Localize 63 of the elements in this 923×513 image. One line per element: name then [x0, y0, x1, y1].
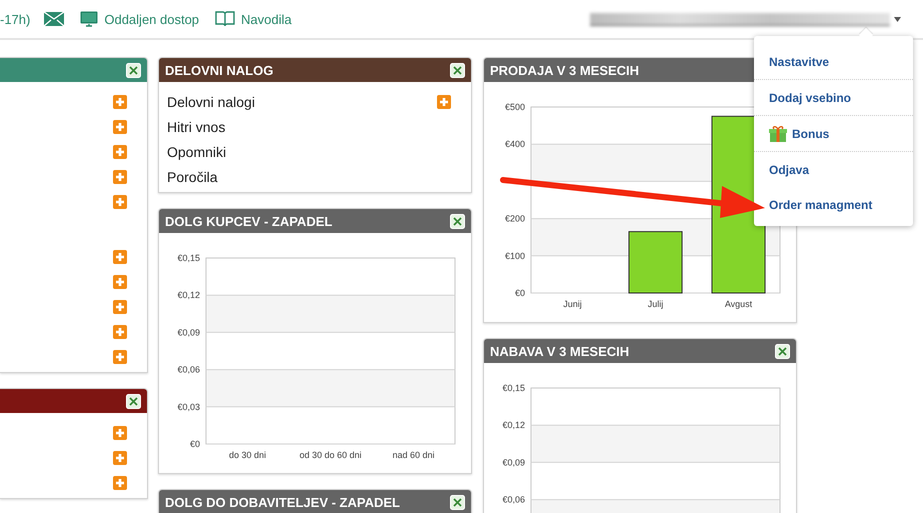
axis-label: do 30 dni — [228, 450, 266, 460]
hours-text: -17h) — [0, 12, 30, 26]
book-icon — [215, 11, 236, 27]
axis-label: €0,12 — [177, 290, 200, 300]
menu-link[interactable]: Hitri vnos — [167, 118, 226, 134]
add-icon[interactable] — [113, 94, 127, 108]
menu-item[interactable]: Nastavitve — [769, 54, 830, 68]
panel-title: NABAVA V 3 MESECIH — [490, 344, 630, 358]
add-icon[interactable] — [113, 426, 127, 440]
axis-label: Avgust — [724, 299, 752, 309]
axis-label: €0,09 — [177, 327, 200, 338]
add-icon[interactable] — [113, 300, 127, 314]
axis-label: nad 60 dni — [392, 450, 435, 460]
panel-title: DOLG DO DOBAVITELJEV - ZAPADEL — [165, 494, 400, 510]
add-icon[interactable] — [113, 120, 127, 134]
axis-label: €400 — [504, 139, 525, 150]
panel-title: DELOVNI NALOG — [165, 62, 274, 78]
menu-item[interactable]: Odjava — [769, 162, 810, 176]
add-icon[interactable] — [113, 170, 127, 184]
axis-label: €200 — [504, 214, 525, 224]
axis-label: €0,09 — [502, 457, 525, 468]
add-icon[interactable] — [113, 476, 127, 490]
axis-label: od 30 do 60 dni — [299, 450, 362, 460]
add-icon[interactable] — [437, 94, 451, 108]
gift-icon — [769, 124, 787, 142]
add-icon[interactable] — [113, 324, 127, 338]
add-icon[interactable] — [113, 274, 127, 288]
axis-label: €0,12 — [502, 420, 525, 430]
toolbar-link[interactable]: Oddaljen dostop — [80, 11, 200, 27]
close-icon[interactable] — [450, 214, 465, 228]
add-icon[interactable] — [113, 194, 127, 208]
menu-item[interactable]: Dodaj vsebino — [769, 90, 852, 104]
axis-label: €0,06 — [177, 364, 200, 375]
axis-label: €500 — [504, 102, 525, 112]
axis-label: €0 — [514, 288, 525, 298]
mail-link[interactable] — [44, 12, 64, 26]
axis-label: €100 — [504, 250, 525, 261]
menu-link[interactable]: Poročila — [167, 168, 218, 184]
toolbar-link[interactable]: Navodila — [215, 11, 292, 27]
panel-title: DOLG KUPCEV - ZAPADEL — [165, 214, 332, 228]
caret-icon[interactable] — [894, 16, 901, 22]
panel-title: PRODAJA V 3 MESECIH — [490, 62, 640, 78]
axis-label: Julij — [648, 299, 664, 309]
close-icon[interactable] — [126, 394, 141, 408]
axis-label: €0,15 — [177, 253, 200, 263]
add-icon[interactable] — [113, 250, 127, 264]
add-icon[interactable] — [113, 144, 127, 158]
close-icon[interactable] — [775, 344, 790, 358]
menu-link[interactable]: Opomniki — [167, 144, 226, 160]
menu-link[interactable]: Delovni nalogi — [167, 94, 255, 110]
monitor-icon — [80, 11, 98, 27]
menu-item[interactable]: Order managment — [769, 198, 872, 212]
mail-icon — [44, 12, 64, 26]
axis-label: €0,06 — [502, 494, 525, 505]
close-icon[interactable] — [450, 494, 465, 510]
axis-label: €0 — [190, 439, 200, 449]
add-icon[interactable] — [113, 450, 127, 464]
axis-label: €0,03 — [177, 402, 200, 412]
add-icon[interactable] — [113, 350, 127, 364]
menu-item[interactable]: Bonus — [769, 124, 830, 142]
close-icon[interactable] — [450, 62, 465, 78]
axis-label: €0,15 — [502, 383, 525, 393]
axis-label: Junij — [563, 299, 582, 309]
